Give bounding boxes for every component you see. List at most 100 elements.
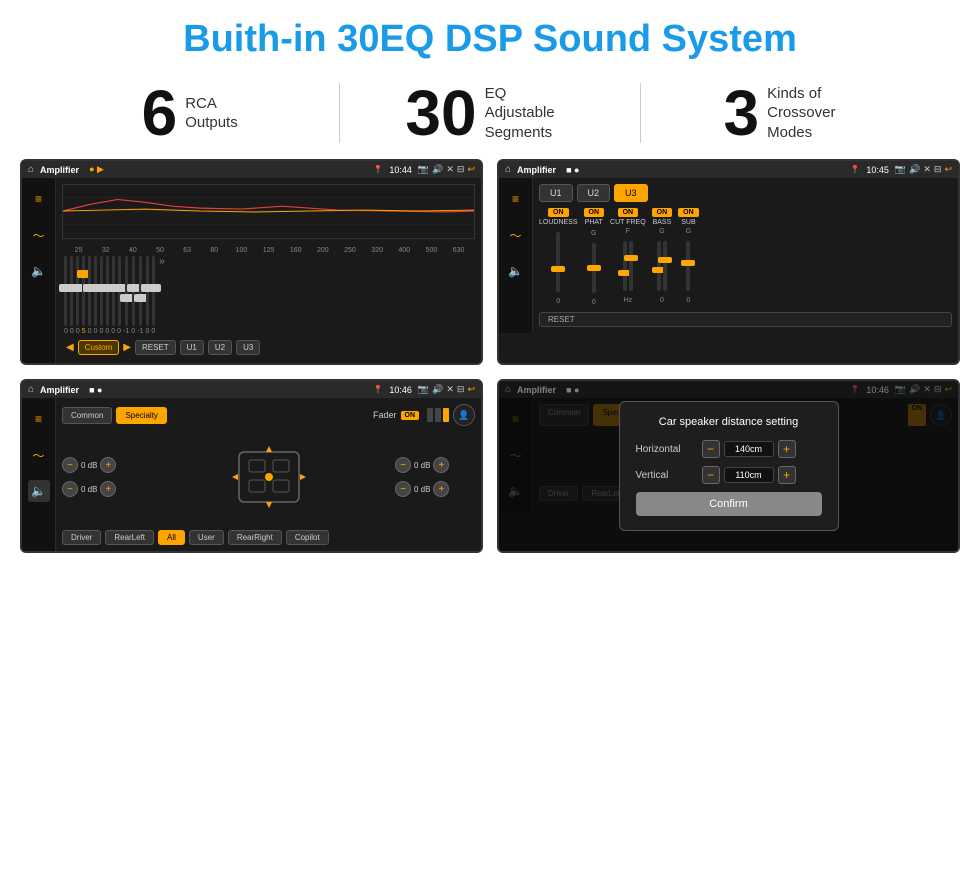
eq-slider-14: 0 — [151, 256, 155, 336]
u2-btn[interactable]: U2 — [577, 184, 611, 202]
horizontal-plus[interactable]: + — [778, 440, 796, 458]
next-icon[interactable]: ▶ — [123, 342, 131, 353]
cutfreq-slider-2[interactable] — [629, 241, 633, 291]
eq-slider-8: 0 — [111, 256, 115, 336]
crossover-screen-inner: ≡ 〜 🔈 U1 U2 U3 ON LOUDNESS — [499, 178, 958, 333]
freq-500: 500 — [419, 247, 444, 254]
cutfreq-ctrl: ON CUT FREQ F Hz — [610, 208, 646, 304]
speaker-layout: − 0 dB + − 0 dB + — [62, 432, 475, 526]
freq-32: 32 — [93, 247, 118, 254]
location-icon-3: 📍 — [373, 385, 383, 394]
eq-icon-2[interactable]: ≡ — [505, 188, 527, 210]
eq-slider-5: 0 — [94, 256, 98, 336]
sub-toggle[interactable]: ON — [678, 208, 699, 217]
driver-btn[interactable]: Driver — [62, 530, 101, 545]
expand-icon[interactable]: » — [159, 256, 165, 267]
stat-label-eq: EQ Adjustable Segments — [485, 84, 575, 143]
rear-right-vol: − 0 dB + — [395, 481, 475, 497]
phat-label: PHAT — [585, 219, 603, 226]
bass-slider-1[interactable] — [657, 241, 661, 291]
eq-slider-7: 0 — [105, 256, 109, 336]
app-name-1: Amplifier — [40, 165, 79, 175]
fl-plus[interactable]: + — [100, 457, 116, 473]
crossover-screen-card: ⌂ Amplifier ■ ● 📍 10:45 📷 🔊 ✕ ⊟ ↩ ≡ 〜 🔈 — [497, 159, 960, 365]
fader-screen-inner: ≡ 〜 🔈 Common Specialty Fader ON — [22, 398, 481, 551]
vertical-minus[interactable]: − — [702, 466, 720, 484]
stat-eq: 30 EQ Adjustable Segments — [340, 81, 639, 145]
prev-icon[interactable]: ◀ — [66, 342, 74, 353]
time-2: 10:45 — [866, 165, 889, 175]
rl-minus[interactable]: − — [62, 481, 78, 497]
home-icon-2[interactable]: ⌂ — [505, 164, 511, 175]
rr-minus[interactable]: − — [395, 481, 411, 497]
u3-btn-eq[interactable]: U3 — [236, 340, 260, 355]
speaker-icon[interactable]: 🔈 — [28, 260, 50, 282]
horizontal-row: Horizontal − 140cm + — [636, 440, 822, 458]
phat-slider[interactable] — [592, 243, 596, 293]
horizontal-minus[interactable]: − — [702, 440, 720, 458]
rr-plus[interactable]: + — [433, 481, 449, 497]
back-icon-3[interactable]: ↩ — [467, 384, 475, 395]
location-icon-1: 📍 — [373, 165, 383, 174]
u1-btn[interactable]: U1 — [539, 184, 573, 202]
back-icon-1[interactable]: ↩ — [467, 164, 475, 175]
tab-specialty[interactable]: Specialty — [116, 407, 166, 424]
tab-common[interactable]: Common — [62, 407, 112, 424]
wave-icon-3[interactable]: 〜 — [28, 444, 50, 466]
right-volume-col: − 0 dB + − 0 dB + — [395, 457, 475, 497]
eq-icon-3[interactable]: ≡ — [28, 408, 50, 430]
home-icon-3[interactable]: ⌂ — [28, 384, 34, 395]
rear-left-btn[interactable]: RearLeft — [105, 530, 154, 545]
page-title: Buith-in 30EQ DSP Sound System — [0, 0, 980, 71]
status-icons-1: 📷 🔊 ✕ ⊟ ↩ — [418, 164, 475, 175]
vertical-plus[interactable]: + — [778, 466, 796, 484]
fr-minus[interactable]: − — [395, 457, 411, 473]
cutfreq-slider-1[interactable] — [623, 241, 627, 291]
fader-bottom-labels: Driver RearLeft All User RearRight Copil… — [62, 530, 475, 545]
all-btn[interactable]: All — [158, 530, 185, 545]
speaker-icon-2[interactable]: 🔈 — [505, 260, 527, 282]
freq-40: 40 — [120, 247, 145, 254]
speaker-icon-3[interactable]: 🔈 — [28, 480, 50, 502]
wave-icon[interactable]: 〜 — [28, 224, 50, 246]
profile-icon[interactable]: 👤 — [453, 404, 475, 426]
u3-btn[interactable]: U3 — [614, 184, 648, 202]
stat-label-crossover: Kinds of Crossover Modes — [767, 84, 857, 143]
sub-slider[interactable] — [686, 241, 690, 291]
cutfreq-toggle[interactable]: ON — [618, 208, 639, 217]
u2-btn-eq[interactable]: U2 — [208, 340, 232, 355]
confirm-button[interactable]: Confirm — [636, 492, 822, 516]
eq-slider-0: 0 — [64, 256, 68, 336]
wave-icon-2[interactable]: 〜 — [505, 224, 527, 246]
fader-top-row: Common Specialty Fader ON 👤 — [62, 404, 475, 426]
fl-minus[interactable]: − — [62, 457, 78, 473]
rear-right-btn[interactable]: RearRight — [228, 530, 282, 545]
eq-slider-2: 0 — [76, 256, 80, 336]
fader-screen-card: ⌂ Amplifier ■ ● 📍 10:46 📷 🔊 ✕ ⊟ ↩ ≡ 〜 🔈 — [20, 379, 483, 553]
user-btn-fader[interactable]: User — [189, 530, 224, 545]
fader-on-badge[interactable]: ON — [401, 411, 420, 420]
bass-toggle[interactable]: ON — [652, 208, 673, 217]
home-icon-1[interactable]: ⌂ — [28, 164, 34, 175]
rl-plus[interactable]: + — [100, 481, 116, 497]
copilot-btn[interactable]: Copilot — [286, 530, 329, 545]
eq-screen-card: ⌂ Amplifier ● ▶ 📍 10:44 📷 🔊 ✕ ⊟ ↩ ≡ 〜 🔈 — [20, 159, 483, 365]
fr-plus[interactable]: + — [433, 457, 449, 473]
loudness-toggle[interactable]: ON — [548, 208, 569, 217]
loudness-slider[interactable] — [556, 232, 560, 292]
status-bar-1: ⌂ Amplifier ● ▶ 📍 10:44 📷 🔊 ✕ ⊟ ↩ — [22, 161, 481, 178]
u1-btn-eq[interactable]: U1 — [180, 340, 204, 355]
crossover-left-sidebar: ≡ 〜 🔈 — [499, 178, 533, 333]
status-bar-2: ⌂ Amplifier ■ ● 📍 10:45 📷 🔊 ✕ ⊟ ↩ — [499, 161, 958, 178]
reset-btn-crossover[interactable]: RESET — [539, 312, 952, 327]
reset-btn-eq[interactable]: RESET — [135, 340, 176, 355]
horizontal-value: 140cm — [724, 441, 774, 457]
location-icon-2: 📍 — [850, 165, 860, 174]
eq-slider-1: 0 — [70, 256, 74, 336]
minimize-icon-2: ⊟ — [934, 164, 942, 175]
phat-toggle[interactable]: ON — [584, 208, 605, 217]
freq-200: 200 — [310, 247, 335, 254]
bass-slider-2[interactable] — [663, 241, 667, 291]
back-icon-2[interactable]: ↩ — [944, 164, 952, 175]
eq-icon[interactable]: ≡ — [28, 188, 50, 210]
